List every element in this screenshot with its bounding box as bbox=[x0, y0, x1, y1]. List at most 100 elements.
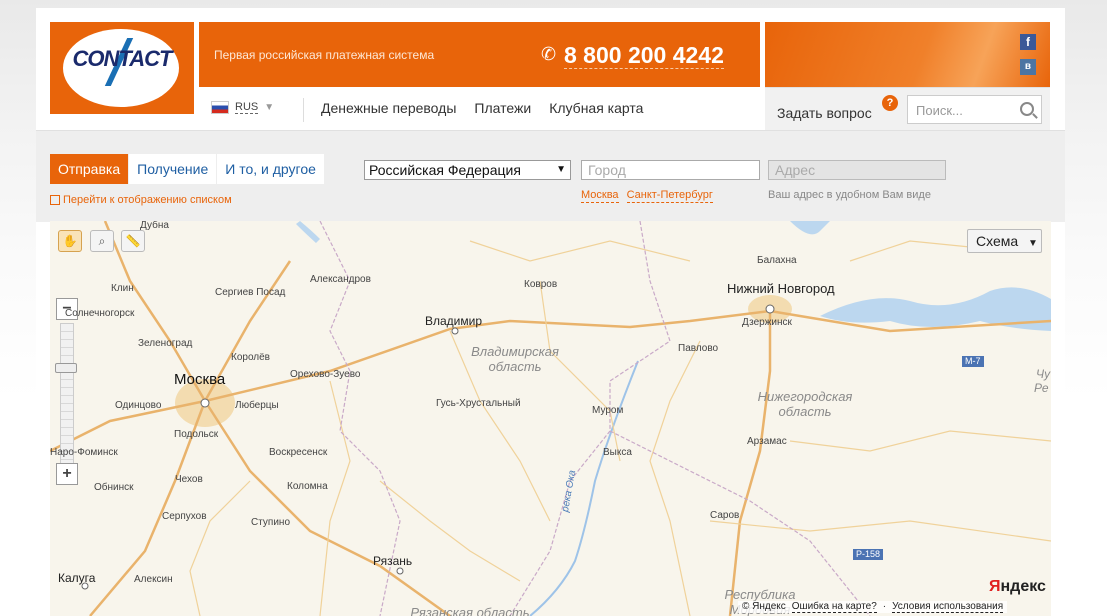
map-label-town[interactable]: Ковров bbox=[524, 279, 557, 290]
region-line: Республика bbox=[724, 587, 796, 602]
tagline: Первая российская платежная система bbox=[214, 48, 435, 62]
map-label-region: Владимирская область bbox=[460, 344, 570, 374]
map-label-city[interactable]: Рязань bbox=[373, 554, 412, 568]
map-label-town[interactable]: Наро-Фоминск bbox=[50, 447, 118, 458]
yandex-logo[interactable]: Яндекс bbox=[989, 578, 1046, 596]
map-label-town[interactable]: Серпухов bbox=[162, 511, 207, 522]
map-label-town[interactable]: Саров bbox=[710, 510, 739, 521]
nav-item-payments[interactable]: Платежи bbox=[474, 100, 531, 116]
copyright: © Яндекс bbox=[742, 601, 786, 612]
road-badge: M-7 bbox=[962, 356, 984, 367]
map-label-town[interactable]: Воскресенск bbox=[269, 447, 327, 458]
list-view-label: Перейти к отображению списком bbox=[63, 194, 232, 206]
map-label-town[interactable]: Подольск bbox=[174, 429, 218, 440]
search-icon[interactable] bbox=[1020, 102, 1034, 116]
question-icon[interactable]: ? bbox=[882, 95, 898, 111]
map-label-city[interactable]: Калуга bbox=[58, 571, 95, 585]
map-label-town[interactable]: Одинцово bbox=[115, 400, 161, 411]
language-selector[interactable]: RUS ▼ bbox=[211, 101, 274, 114]
terms-link[interactable]: Условия использования bbox=[892, 601, 1004, 613]
map-label-town[interactable]: Павлово bbox=[678, 343, 718, 354]
list-view-icon bbox=[50, 195, 60, 205]
magnifier-tool-icon[interactable]: ⌕ bbox=[90, 230, 114, 252]
nav-item-club-card[interactable]: Клубная карта bbox=[549, 100, 643, 116]
main-nav: Денежные переводы Платежи Клубная карта bbox=[321, 100, 643, 116]
map-label-town[interactable]: Балахна bbox=[757, 255, 797, 266]
map-label-town[interactable]: Клин bbox=[111, 283, 134, 294]
address-input[interactable]: Адрес bbox=[768, 160, 946, 180]
region-line: Владимирская bbox=[471, 344, 559, 359]
phone-number[interactable]: 8 800 200 4242 bbox=[564, 42, 724, 69]
water-ne bbox=[790, 221, 830, 235]
zoom-in-button[interactable]: + bbox=[56, 463, 78, 485]
tab-both[interactable]: И то, и другое bbox=[217, 154, 324, 184]
language-label: RUS bbox=[235, 101, 259, 114]
page: CONTACT Первая российская платежная сист… bbox=[36, 8, 1065, 616]
map-label-town[interactable]: Люберцы bbox=[235, 400, 279, 411]
yandex-logo-rest: ндекс bbox=[1000, 578, 1046, 595]
tab-receive[interactable]: Получение bbox=[129, 154, 217, 184]
report-error-link[interactable]: Ошибка на карте? bbox=[791, 601, 877, 613]
nav-item-money-transfers[interactable]: Денежные переводы bbox=[321, 100, 456, 116]
chevron-down-icon: ▼ bbox=[556, 164, 566, 175]
social-panel: f в bbox=[765, 22, 1050, 87]
nav-divider bbox=[303, 98, 304, 122]
chevron-down-icon: ▼ bbox=[1028, 238, 1038, 249]
country-select[interactable]: Российская Федерация ▼ bbox=[364, 160, 571, 180]
ask-question-link[interactable]: Задать вопрос bbox=[777, 105, 872, 121]
quick-cities: Москва Санкт-Петербург bbox=[581, 189, 713, 203]
map-type-selector[interactable]: Схема ▼ bbox=[967, 229, 1042, 253]
map-label-town[interactable]: Выкса bbox=[603, 447, 632, 458]
map-label-town[interactable]: Ступино bbox=[251, 517, 290, 528]
map-label-city[interactable]: Нижний Новгород bbox=[727, 281, 835, 296]
ask-search-panel: Задать вопрос ? Поиск... bbox=[765, 87, 1050, 130]
region-line: область bbox=[488, 359, 542, 374]
map-label-town[interactable]: Сергиев Посад bbox=[215, 287, 285, 298]
facebook-icon[interactable]: f bbox=[1020, 34, 1036, 50]
map-footer: © Яндекс Ошибка на карте? · Условия испо… bbox=[738, 601, 1008, 613]
zoom-slider-knob[interactable] bbox=[55, 363, 77, 373]
water-north bbox=[296, 221, 320, 243]
phone-icon: ✆ bbox=[541, 44, 557, 64]
map-label-town[interactable]: Орехово-Зуево bbox=[290, 369, 360, 380]
map-label-town[interactable]: Коломна bbox=[287, 481, 328, 492]
map-label-region: Нижегородская область bbox=[745, 389, 865, 419]
map-label-edge: Чу bbox=[1036, 367, 1051, 381]
map-label-town[interactable]: Дубна bbox=[140, 221, 169, 231]
yandex-logo-first: Я bbox=[989, 578, 1001, 595]
hand-tool-icon[interactable]: ✋ bbox=[58, 230, 82, 252]
tab-send[interactable]: Отправка bbox=[50, 154, 129, 184]
logo[interactable]: CONTACT bbox=[50, 22, 194, 114]
vk-icon[interactable]: в bbox=[1020, 59, 1036, 75]
search-placeholder: Поиск... bbox=[916, 103, 963, 118]
road-badge: P-158 bbox=[853, 549, 884, 560]
operation-tabs: Отправка Получение И то, и другое bbox=[50, 154, 325, 184]
map-label-town[interactable]: Муром bbox=[592, 405, 623, 416]
map-label-town[interactable]: Дзержинск bbox=[742, 317, 792, 328]
region-line: Нижегородская bbox=[757, 389, 853, 404]
map-label-town[interactable]: Арзамас bbox=[747, 436, 787, 447]
quick-city-moscow[interactable]: Москва bbox=[581, 189, 619, 203]
map-label-town[interactable]: Алексин bbox=[134, 574, 173, 585]
map-label-town[interactable]: Королёв bbox=[231, 352, 270, 363]
ruler-tool-icon[interactable]: 📏 bbox=[121, 230, 145, 252]
quick-city-spb[interactable]: Санкт-Петербург bbox=[626, 189, 713, 203]
chevron-down-icon: ▼ bbox=[264, 102, 275, 113]
city-input[interactable]: Город bbox=[581, 160, 760, 180]
map-label-town[interactable]: Александров bbox=[310, 274, 371, 285]
map-label-town[interactable]: Гусь-Хрустальный bbox=[436, 398, 521, 409]
map-type-label: Схема bbox=[976, 233, 1019, 249]
footer-dot: · bbox=[882, 601, 887, 612]
country-value: Российская Федерация bbox=[369, 162, 521, 178]
map-label-city[interactable]: Владимир bbox=[425, 314, 482, 328]
map-label-town[interactable]: Зеленоград bbox=[138, 338, 192, 349]
map-label-town[interactable]: Солнечногорск bbox=[65, 308, 134, 319]
filter-bar: Отправка Получение И то, и другое Перейт… bbox=[36, 130, 1065, 222]
map-label-town[interactable]: Обнинск bbox=[94, 482, 134, 493]
map-label-city[interactable]: Москва bbox=[174, 371, 225, 388]
search-input[interactable]: Поиск... bbox=[907, 95, 1042, 124]
list-view-link[interactable]: Перейти к отображению списком bbox=[50, 194, 232, 206]
map-label-edge: Ре bbox=[1034, 381, 1049, 395]
map[interactable]: ✋ ⌕ 📏 Схема ▼ − + Москва Нижний Новгород… bbox=[50, 221, 1051, 616]
map-label-town[interactable]: Чехов bbox=[175, 474, 203, 485]
